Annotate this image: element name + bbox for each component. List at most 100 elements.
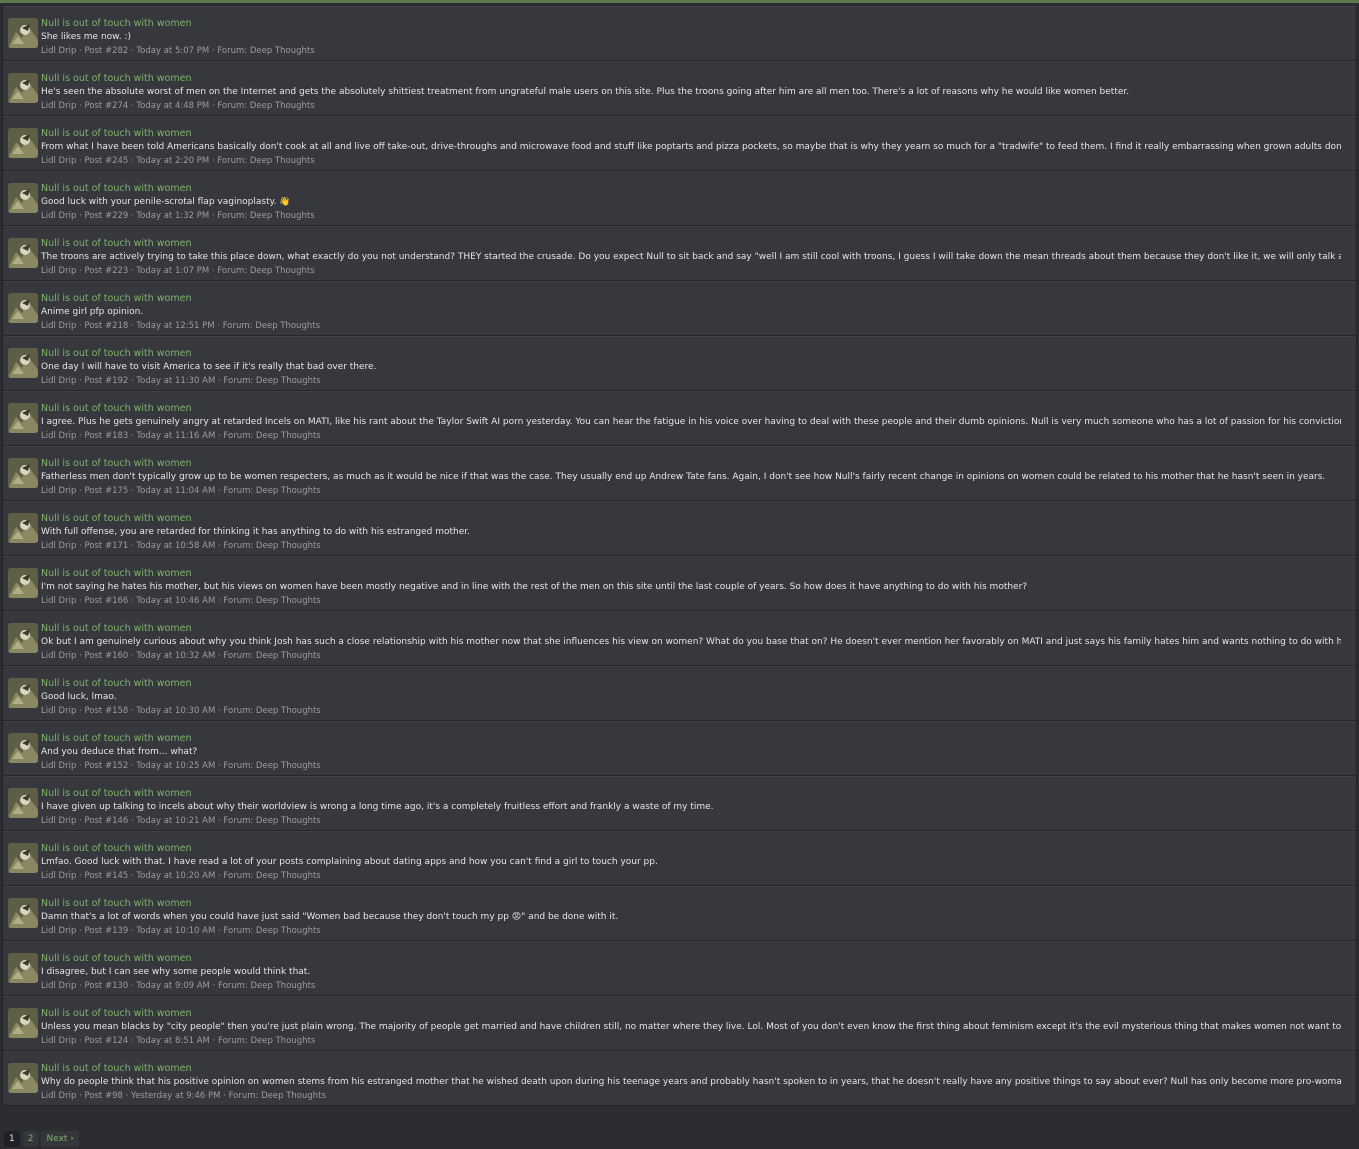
forum-link[interactable]: Deep Thoughts (250, 101, 315, 111)
result-thread-title[interactable]: Null is out of touch with women (41, 293, 192, 304)
post-number-link[interactable]: Post #98 (84, 1091, 122, 1101)
post-number-link[interactable]: Post #146 (84, 816, 128, 826)
forum-link[interactable]: Deep Thoughts (256, 926, 321, 936)
user-avatar[interactable] (8, 953, 38, 983)
user-avatar[interactable] (8, 73, 38, 103)
post-number-link[interactable]: Post #183 (84, 431, 128, 441)
next-page-button[interactable]: Next › (41, 1131, 79, 1147)
forum-link[interactable]: Deep Thoughts (256, 596, 321, 606)
user-avatar[interactable] (8, 623, 38, 653)
result-thread-title[interactable]: Null is out of touch with women (41, 898, 192, 909)
user-avatar[interactable] (8, 348, 38, 378)
post-number-link[interactable]: Post #166 (84, 596, 128, 606)
post-number-link[interactable]: Post #245 (84, 156, 128, 166)
search-result-row[interactable]: Null is out of touch with women Ok but I … (3, 611, 1356, 666)
user-avatar[interactable] (8, 1008, 38, 1038)
result-thread-title[interactable]: Null is out of touch with women (41, 513, 192, 524)
page-2-button[interactable]: 2 (22, 1131, 39, 1147)
result-thread-title[interactable]: Null is out of touch with women (41, 1063, 192, 1074)
forum-link[interactable]: Deep Thoughts (256, 651, 321, 661)
search-result-row[interactable]: Null is out of touch with women Fatherles… (3, 446, 1356, 501)
author-link[interactable]: Lidl Drip (41, 871, 76, 881)
post-number-link[interactable]: Post #158 (84, 706, 128, 716)
author-link[interactable]: Lidl Drip (41, 431, 76, 441)
result-thread-title[interactable]: Null is out of touch with women (41, 1008, 192, 1019)
result-thread-title[interactable]: Null is out of touch with women (41, 238, 192, 249)
search-result-row[interactable]: Null is out of touch with women Why do pe… (3, 1051, 1356, 1106)
forum-link[interactable]: Deep Thoughts (256, 816, 321, 826)
result-thread-title[interactable]: Null is out of touch with women (41, 568, 192, 579)
user-avatar[interactable] (8, 128, 38, 158)
result-thread-title[interactable]: Null is out of touch with women (41, 733, 192, 744)
result-thread-title[interactable]: Null is out of touch with women (41, 953, 192, 964)
page-1-button[interactable]: 1 (4, 1131, 20, 1147)
search-result-row[interactable]: Null is out of touch with women He's seen… (3, 61, 1356, 116)
author-link[interactable]: Lidl Drip (41, 761, 76, 771)
forum-link[interactable]: Deep Thoughts (256, 706, 321, 716)
search-result-row[interactable]: Null is out of touch with women Good luck… (3, 666, 1356, 721)
search-result-row[interactable]: Null is out of touch with women Lmfao. Go… (3, 831, 1356, 886)
forum-link[interactable]: Deep Thoughts (256, 376, 321, 386)
author-link[interactable]: Lidl Drip (41, 266, 76, 276)
result-thread-title[interactable]: Null is out of touch with women (41, 788, 192, 799)
user-avatar[interactable] (8, 678, 38, 708)
forum-link[interactable]: Deep Thoughts (256, 486, 321, 496)
user-avatar[interactable] (8, 1063, 38, 1093)
result-thread-title[interactable]: Null is out of touch with women (41, 18, 192, 29)
author-link[interactable]: Lidl Drip (41, 46, 76, 56)
search-result-row[interactable]: Null is out of touch with women The troon… (3, 226, 1356, 281)
search-result-row[interactable]: Null is out of touch with women I'm not s… (3, 556, 1356, 611)
post-number-link[interactable]: Post #192 (84, 376, 128, 386)
post-number-link[interactable]: Post #160 (84, 651, 128, 661)
user-avatar[interactable] (8, 403, 38, 433)
user-avatar[interactable] (8, 843, 38, 873)
post-number-link[interactable]: Post #229 (84, 211, 128, 221)
result-thread-title[interactable]: Null is out of touch with women (41, 843, 192, 854)
forum-link[interactable]: Deep Thoughts (250, 156, 315, 166)
author-link[interactable]: Lidl Drip (41, 541, 76, 551)
search-result-row[interactable]: Null is out of touch with women And you d… (3, 721, 1356, 776)
forum-link[interactable]: Deep Thoughts (255, 321, 320, 331)
forum-link[interactable]: Deep Thoughts (256, 541, 321, 551)
search-result-row[interactable]: Null is out of touch with women I agree. … (3, 391, 1356, 446)
forum-link[interactable]: Deep Thoughts (256, 871, 321, 881)
user-avatar[interactable] (8, 458, 38, 488)
search-result-row[interactable]: Null is out of touch with women Damn that… (3, 886, 1356, 941)
post-number-link[interactable]: Post #124 (84, 1036, 128, 1046)
author-link[interactable]: Lidl Drip (41, 376, 76, 386)
search-result-row[interactable]: Null is out of touch with women I have gi… (3, 776, 1356, 831)
post-number-link[interactable]: Post #274 (84, 101, 128, 111)
post-number-link[interactable]: Post #223 (84, 266, 128, 276)
result-thread-title[interactable]: Null is out of touch with women (41, 623, 192, 634)
search-result-row[interactable]: Null is out of touch with women She likes… (3, 6, 1356, 61)
forum-link[interactable]: Deep Thoughts (256, 761, 321, 771)
user-avatar[interactable] (8, 568, 38, 598)
user-avatar[interactable] (8, 513, 38, 543)
forum-link[interactable]: Deep Thoughts (251, 981, 316, 991)
user-avatar[interactable] (8, 788, 38, 818)
author-link[interactable]: Lidl Drip (41, 596, 76, 606)
post-number-link[interactable]: Post #139 (84, 926, 128, 936)
author-link[interactable]: Lidl Drip (41, 926, 76, 936)
author-link[interactable]: Lidl Drip (41, 211, 76, 221)
post-number-link[interactable]: Post #152 (84, 761, 128, 771)
forum-link[interactable]: Deep Thoughts (250, 211, 315, 221)
author-link[interactable]: Lidl Drip (41, 651, 76, 661)
author-link[interactable]: Lidl Drip (41, 486, 76, 496)
forum-link[interactable]: Deep Thoughts (251, 1036, 316, 1046)
search-result-row[interactable]: Null is out of touch with women Anime gir… (3, 281, 1356, 336)
post-number-link[interactable]: Post #171 (84, 541, 128, 551)
search-result-row[interactable]: Null is out of touch with women Unless yo… (3, 996, 1356, 1051)
user-avatar[interactable] (8, 238, 38, 268)
result-thread-title[interactable]: Null is out of touch with women (41, 128, 192, 139)
user-avatar[interactable] (8, 898, 38, 928)
forum-link[interactable]: Deep Thoughts (250, 266, 315, 276)
search-result-row[interactable]: Null is out of touch with women With full… (3, 501, 1356, 556)
post-number-link[interactable]: Post #175 (84, 486, 128, 496)
result-thread-title[interactable]: Null is out of touch with women (41, 403, 192, 414)
post-number-link[interactable]: Post #218 (84, 321, 128, 331)
result-thread-title[interactable]: Null is out of touch with women (41, 678, 192, 689)
user-avatar[interactable] (8, 18, 38, 48)
author-link[interactable]: Lidl Drip (41, 981, 76, 991)
forum-link[interactable]: Deep Thoughts (261, 1091, 326, 1101)
